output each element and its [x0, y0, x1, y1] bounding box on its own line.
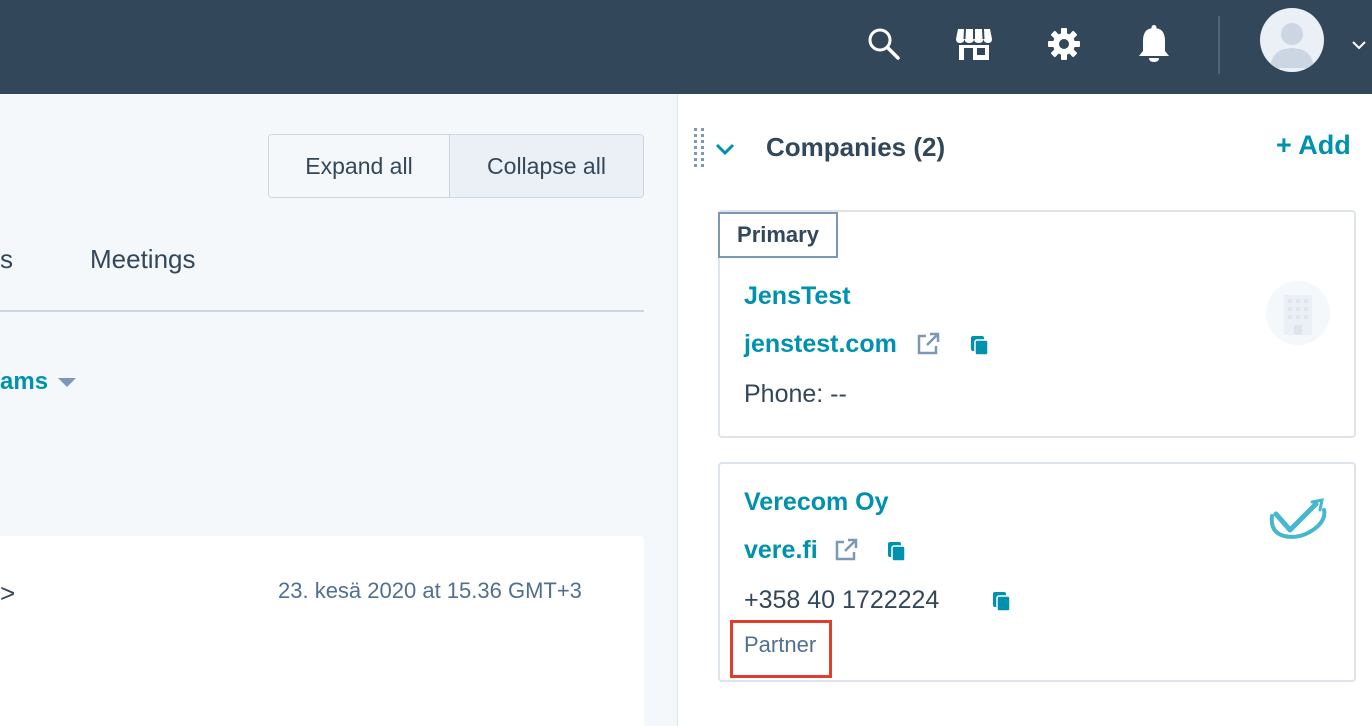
caret-down-icon: [58, 377, 77, 387]
companies-section-title: Companies (2): [766, 132, 946, 162]
copy-icon[interactable]: [970, 335, 990, 357]
filter-dropdown[interactable]: ams: [0, 368, 77, 396]
chevron-down-icon[interactable]: [1350, 36, 1368, 54]
tab-partial[interactable]: s: [0, 244, 13, 275]
add-company-button[interactable]: + Add: [1276, 130, 1351, 161]
copy-icon[interactable]: [887, 541, 907, 563]
company-tag-partner: Partner: [744, 632, 817, 657]
user-avatar[interactable]: [1260, 8, 1324, 72]
search-icon[interactable]: [862, 22, 906, 66]
settings-gear-icon[interactable]: [1042, 22, 1086, 66]
company-logo-placeholder-icon: [1266, 281, 1330, 345]
marketplace-icon[interactable]: [952, 22, 996, 66]
primary-badge: Primary: [718, 212, 838, 258]
activity-arrow: >: [0, 578, 16, 608]
expand-collapse-group: Expand all Collapse all: [268, 134, 644, 198]
company-name-link[interactable]: JensTest: [744, 282, 851, 311]
collapse-all-button[interactable]: Collapse all: [450, 135, 643, 197]
external-link-icon[interactable]: [834, 538, 858, 562]
drag-handle-icon[interactable]: [694, 128, 706, 172]
nav-divider: [1218, 16, 1220, 74]
company-phone: Phone: --: [744, 380, 847, 408]
panel-divider: [677, 94, 678, 726]
company-name-link[interactable]: Verecom Oy: [744, 488, 889, 517]
tabs-underline: [0, 310, 644, 312]
tab-meetings[interactable]: Meetings: [90, 244, 196, 275]
filter-dropdown-label: ams: [0, 368, 49, 395]
activity-card: [0, 536, 644, 726]
notifications-bell-icon[interactable]: [1132, 22, 1176, 66]
activity-timestamp: 23. kesä 2020 at 15.36 GMT+3: [278, 578, 582, 603]
external-link-icon[interactable]: [916, 332, 940, 356]
company-domain-link[interactable]: vere.fi: [744, 536, 818, 565]
top-navigation-bar: [0, 0, 1372, 94]
expand-all-button[interactable]: Expand all: [269, 135, 450, 197]
section-collapse-chevron-icon[interactable]: [714, 138, 736, 160]
company-domain-link[interactable]: jenstest.com: [744, 330, 897, 359]
company-phone: +358 40 1722224: [744, 586, 940, 614]
copy-icon[interactable]: [992, 591, 1012, 613]
company-logo-icon: [1268, 496, 1328, 542]
